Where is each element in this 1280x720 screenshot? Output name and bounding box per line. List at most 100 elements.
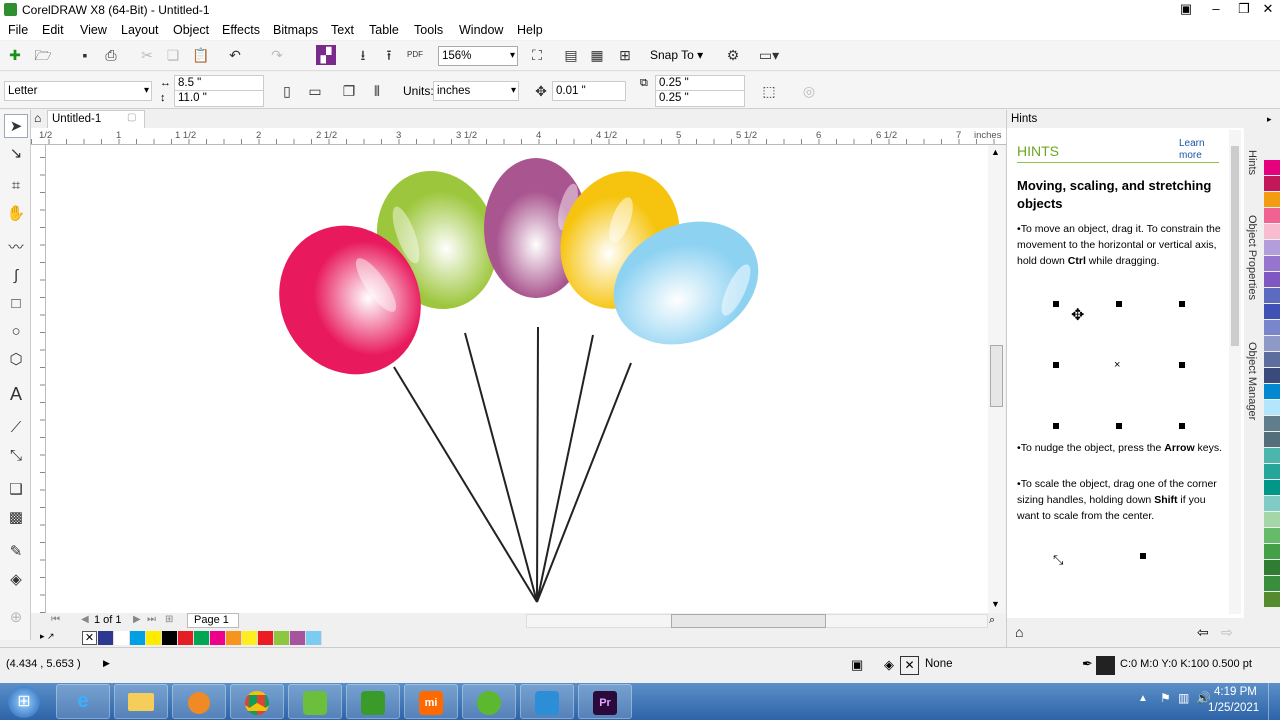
export-icon[interactable]: ⭱ — [378, 44, 400, 66]
show-desktop-button[interactable] — [1268, 683, 1280, 720]
portrait-icon[interactable]: ▯ — [276, 80, 298, 102]
undo-icon[interactable]: ↶ — [224, 44, 246, 66]
add-page-icon[interactable]: ⊞ — [165, 614, 173, 625]
ellipse-tool-icon[interactable]: ○ — [4, 320, 28, 344]
polygon-tool-icon[interactable]: ⬡ — [4, 348, 28, 372]
color-swatch[interactable] — [274, 631, 290, 645]
snap-to-dropdown[interactable]: Snap To ▾ — [650, 48, 703, 62]
import-icon[interactable]: ⭳ — [352, 44, 374, 66]
page-border-icon[interactable]: ⬚ — [758, 80, 780, 102]
forward-arrow-icon[interactable]: ⇨ — [1221, 624, 1233, 641]
redo-icon[interactable]: ↷ — [266, 44, 288, 66]
menu-file[interactable]: File — [8, 23, 28, 37]
network-icon[interactable]: ▥ — [1178, 691, 1189, 705]
page-tab[interactable]: Page 1 — [187, 613, 239, 628]
rectangle-tool-icon[interactable]: □ — [4, 292, 28, 316]
network-app-icon[interactable] — [520, 684, 574, 719]
freehand-tool-icon[interactable]: 〰 — [4, 236, 28, 260]
paste-icon[interactable]: 📋 — [190, 44, 212, 66]
color-swatch[interactable] — [1264, 272, 1280, 288]
new-document-icon[interactable]: ✚ — [4, 44, 26, 66]
color-swatch[interactable] — [1264, 528, 1280, 544]
color-swatch[interactable] — [1264, 592, 1280, 608]
show-rulers-icon[interactable]: ▤ — [560, 44, 582, 66]
tab-object-manager[interactable]: Object Manager — [1246, 342, 1258, 420]
status-expand-icon[interactable]: ▶ — [103, 658, 110, 669]
treat-as-filled-icon[interactable]: ◎ — [798, 80, 820, 102]
menu-effects[interactable]: Effects — [222, 23, 260, 37]
color-swatch[interactable] — [114, 631, 130, 645]
color-swatch[interactable] — [226, 631, 242, 645]
next-page-icon[interactable]: ▶ — [133, 614, 141, 625]
color-swatch[interactable] — [290, 631, 306, 645]
color-swatch[interactable] — [1264, 560, 1280, 576]
home-icon[interactable]: ⌂ — [34, 111, 41, 125]
save-icon[interactable]: ▪ — [74, 44, 96, 66]
home-icon[interactable]: ⌂ — [1015, 624, 1023, 640]
internet-explorer-icon[interactable]: e — [56, 684, 110, 719]
menu-table[interactable]: Table — [369, 23, 399, 37]
color-swatch[interactable] — [1264, 240, 1280, 256]
color-swatch[interactable] — [1264, 416, 1280, 432]
start-orb-icon[interactable]: ⊞ — [8, 686, 40, 718]
units-select[interactable]: inches — [433, 81, 519, 101]
pan-tool-icon[interactable]: ✋ — [4, 202, 28, 226]
show-guidelines-icon[interactable]: ⊞ — [614, 44, 636, 66]
all-pages-icon[interactable]: ❐ — [338, 80, 360, 102]
color-swatch[interactable] — [1264, 480, 1280, 496]
color-swatch[interactable] — [1264, 160, 1280, 176]
first-page-icon[interactable]: ⏮ — [51, 614, 60, 625]
premiere-icon[interactable]: Pr — [578, 684, 632, 719]
menu-tools[interactable]: Tools — [414, 23, 443, 37]
mi-app-icon[interactable]: mi — [404, 684, 458, 719]
color-swatch[interactable] — [1264, 496, 1280, 512]
full-screen-icon[interactable]: ⛶ — [526, 44, 548, 66]
pick-tool-icon[interactable]: ➤ — [4, 114, 28, 138]
shape-tool-icon[interactable]: ↘ — [4, 142, 28, 166]
chrome-icon[interactable] — [230, 684, 284, 719]
publish-pdf-icon[interactable]: PDF — [404, 44, 426, 66]
color-swatch[interactable] — [1264, 576, 1280, 592]
flag-icon[interactable]: ⚑ — [1160, 691, 1171, 705]
color-swatch[interactable] — [146, 631, 162, 645]
open-icon[interactable]: 🗁 — [32, 44, 54, 66]
color-swatch[interactable] — [130, 631, 146, 645]
vertical-scrollbar[interactable]: ▲ ▼ — [988, 145, 1005, 613]
paper-type-select[interactable]: Letter — [4, 81, 152, 101]
menu-view[interactable]: View — [80, 23, 107, 37]
outline-color-swatch[interactable] — [1096, 656, 1115, 675]
drawing-canvas[interactable] — [46, 145, 988, 613]
color-swatch[interactable] — [1264, 544, 1280, 560]
show-hidden-icons[interactable]: ▲ — [1138, 693, 1148, 704]
color-swatch[interactable] — [1264, 352, 1280, 368]
app-green-3-icon[interactable] — [462, 684, 516, 719]
page-height-field[interactable]: 11.0 " — [174, 90, 264, 107]
interactive-fill-icon[interactable]: ◈ — [4, 568, 28, 592]
fill-none-swatch[interactable]: ✕ — [900, 656, 919, 675]
color-proof-icon[interactable]: ▣ — [851, 657, 863, 673]
color-swatch[interactable] — [1264, 288, 1280, 304]
print-icon[interactable]: ⎙ — [100, 44, 122, 66]
color-swatch[interactable] — [178, 631, 194, 645]
color-swatch[interactable] — [210, 631, 226, 645]
menu-window[interactable]: Window — [459, 23, 503, 37]
zoom-icon[interactable]: ⌕ — [989, 614, 995, 627]
color-swatch[interactable] — [1264, 448, 1280, 464]
color-swatch[interactable] — [194, 631, 210, 645]
transparency-tool-icon[interactable]: ▩ — [4, 506, 28, 530]
menu-text[interactable]: Text — [331, 23, 354, 37]
clock-date[interactable]: 1/25/2021 — [1208, 702, 1259, 714]
corel-connect-icon[interactable]: ▞ — [316, 45, 336, 65]
zoom-level-select[interactable]: 156% — [438, 46, 518, 66]
current-page-icon[interactable]: ⫴ — [366, 80, 388, 102]
crop-tool-icon[interactable]: ⌗ — [4, 174, 28, 198]
color-swatch[interactable] — [162, 631, 178, 645]
color-swatch[interactable] — [1264, 208, 1280, 224]
color-swatch[interactable] — [258, 631, 274, 645]
menu-help[interactable]: Help — [517, 23, 543, 37]
new-tab-icon[interactable]: ▢ — [127, 112, 136, 123]
show-grid-icon[interactable]: ▦ — [586, 44, 608, 66]
menu-edit[interactable]: Edit — [42, 23, 64, 37]
cut-icon[interactable]: ✂ — [136, 44, 158, 66]
nudge-distance-field[interactable]: 0.01 " — [552, 81, 626, 101]
